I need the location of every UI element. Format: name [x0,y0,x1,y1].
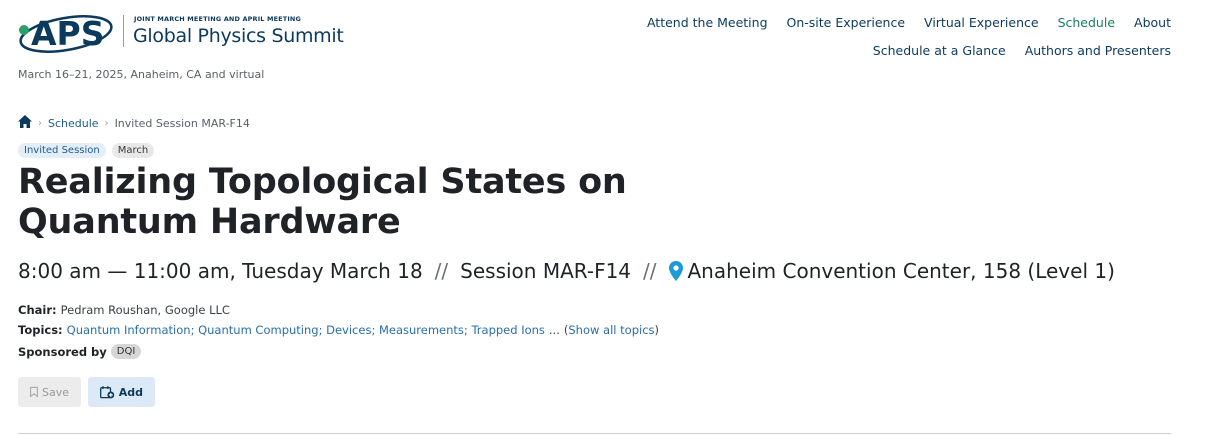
bookmark-icon [30,386,38,398]
chair-name: Pedram Roushan, Google LLC [60,303,230,317]
page-title: Realizing Topological States on Quantum … [18,162,627,242]
session-actions: Save Add [18,377,155,407]
logo-title: Global Physics Summit [133,25,344,47]
nav-schedule-at-a-glance[interactable]: Schedule at a Glance [873,43,1006,58]
logo-mark-text: APS [31,14,105,53]
save-button[interactable]: Save [18,377,81,407]
session-type-badge: Invited Session [18,143,106,158]
topic-link[interactable]: Quantum Information [67,323,191,337]
nav-virtual-experience[interactable]: Virtual Experience [924,15,1039,30]
primary-nav: Attend the Meeting On-site Experience Vi… [647,15,1171,30]
logo-small-text: JOINT MARCH MEETING AND APRIL MEETING [134,15,301,23]
save-label: Save [41,385,69,399]
logo-divider [123,15,124,47]
aps-logo[interactable]: APS JOINT MARCH MEETING AND APRIL MEETIN… [18,12,348,64]
session-time: 8:00 am — 11:00 am, Tuesday March 18 [18,259,423,283]
session-location: Anaheim Convention Center, 158 (Level 1) [687,259,1115,283]
location-pin-icon [668,261,683,281]
chair-label: Chair: [18,303,57,317]
topic-link[interactable]: Quantum Computing [198,323,318,337]
home-icon[interactable] [18,115,32,131]
topic-link[interactable]: Measurements [379,323,464,337]
topic-link[interactable]: Trapped Ions [471,323,544,337]
nav-about[interactable]: About [1134,15,1171,30]
chevron-right-icon: › [38,117,42,129]
separator: // [643,259,657,283]
breadcrumb-schedule[interactable]: Schedule [48,117,99,130]
topic-link[interactable]: Devices [326,323,371,337]
show-all-topics-link[interactable]: Show all topics [568,323,654,337]
sponsor-row: Sponsored by DQI [18,344,142,359]
topics-ellipsis: ... [548,323,560,337]
add-to-calendar-button[interactable]: Add [88,377,155,407]
topics-label: Topics: [18,323,63,337]
nav-authors-and-presenters[interactable]: Authors and Presenters [1025,43,1171,58]
nav-schedule[interactable]: Schedule [1058,15,1115,30]
nav-attend-the-meeting[interactable]: Attend the Meeting [647,15,768,30]
topics-row: Topics: Quantum Information; Quantum Com… [18,323,660,337]
chevron-right-icon: › [104,117,109,129]
breadcrumb-current: Invited Session MAR-F14 [114,116,250,130]
separator: // [434,259,449,283]
aps-logo-mark: APS [19,14,113,53]
session-badges: Invited Session March [18,143,155,158]
sponsored-label: Sponsored by [18,344,107,359]
secondary-nav: Schedule at a Glance Authors and Present… [873,43,1171,58]
session-code: Session MAR-F14 [460,259,632,283]
calendar-add-icon [100,385,115,398]
meeting-badge: March [111,143,155,158]
add-label: Add [118,385,143,399]
meeting-dates: March 16–21, 2025, Anaheim, CA and virtu… [18,68,265,81]
divider [18,433,1171,434]
sponsor-badge[interactable]: DQI [110,344,142,359]
breadcrumb: › Schedule › Invited Session MAR-F14 [18,115,250,131]
chair-row: Chair: Pedram Roushan, Google LLC [18,303,230,317]
nav-on-site-experience[interactable]: On-site Experience [787,15,906,30]
session-details: 8:00 am — 11:00 am, Tuesday March 18 // … [18,259,1115,283]
